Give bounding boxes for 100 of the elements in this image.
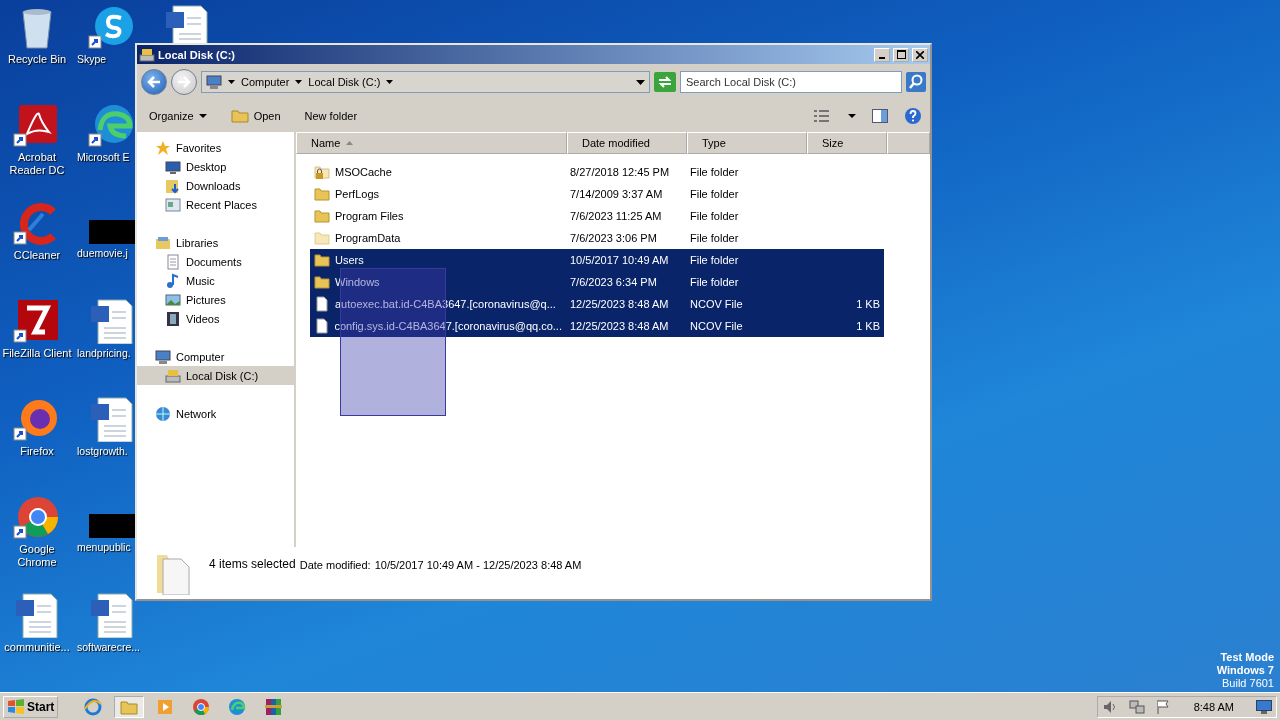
date-cell-text: 7/6/2023 3:06 PM [569,232,658,244]
breadcrumb[interactable]: Computer [241,76,290,88]
test-mode-text: Test Mode [1220,651,1274,664]
search-field[interactable]: Search Local Disk (C:) [680,71,902,93]
file-name: Windows [335,276,380,288]
nav-item[interactable]: Recent Places [137,195,294,214]
nav-item[interactable]: Desktop [137,157,294,176]
icon-label[interactable]: menupublic [77,541,131,554]
icon-label[interactable]: Firefox [20,445,54,458]
view-menu-button[interactable] [848,114,856,118]
nav-item[interactable]: Libraries [137,233,294,252]
file-row[interactable]: Program Files 7/6/2023 11:25 AM File folder [310,205,884,227]
icon-label[interactable]: Recycle Bin [7,53,67,66]
icon-label[interactable]: Acrobat Reader DC [0,151,74,177]
refresh-button[interactable] [654,72,676,92]
back-button[interactable] [141,69,167,95]
sort-icon [346,141,354,145]
type-cell-text: File folder [689,210,740,222]
column-header[interactable]: Type [687,132,807,154]
picture-icon [165,291,181,308]
start-button[interactable]: Start [3,695,59,718]
file-icon [314,296,330,312]
file-name: Program Files [335,210,404,222]
taskbar-app[interactable] [114,695,145,718]
build-text: Build 7601 [1222,677,1274,690]
file-row[interactable]: Users 10/5/2017 10:49 AM File folder [310,249,884,271]
type-cell-text: File folder [689,166,740,178]
nav-item[interactable]: Downloads [137,176,294,195]
toolbar-button[interactable]: Open [226,107,285,125]
folder-icon [314,208,330,224]
computer-icon [206,74,222,90]
type-cell-text: NCOV File [689,320,744,332]
file-name: PerfLogs [335,188,380,200]
toolbar-button[interactable]: New folder [300,108,362,124]
nav-item[interactable]: Network [137,404,294,423]
document-icon [165,253,181,270]
preview-pane-button[interactable] [872,109,888,123]
icon-label[interactable]: Google Chrome [0,543,74,569]
icon-label[interactable]: Skype [77,53,107,66]
toolbar-button[interactable]: Organize [145,108,211,124]
browser-icon [192,697,211,716]
date-cell-text: 12/25/2023 8:48 AM [569,298,670,310]
file-name: autoexec.bat.id-C4BA3647.[coronavirus@q... [335,298,556,310]
file-name: ProgramData [335,232,401,244]
close-icon [916,50,924,59]
view-button[interactable] [814,110,832,122]
dropdown-icon [636,79,645,85]
file-row[interactable]: PerfLogs 7/14/2009 3:37 AM File folder [310,183,884,205]
globe-icon [155,405,171,422]
folder-icon [230,109,249,123]
folder-icon [314,252,330,268]
forward-arrow-icon [177,76,191,88]
icon-label[interactable]: landpricing. [77,347,131,360]
nav-item[interactable]: Videos [137,309,294,328]
type-cell-text: File folder [689,188,740,200]
close-button[interactable] [912,47,928,62]
nav-item[interactable]: Local Disk (C:) [137,366,294,385]
icon-label[interactable]: FileZilla Client [2,347,72,360]
breadcrumb[interactable]: Local Disk (C:) [308,76,381,88]
nav-item[interactable]: Computer [137,347,294,366]
file-row[interactable]: Windows 7/6/2023 6:34 PM File folder [310,271,884,293]
type-cell-text: File folder [689,254,740,266]
date-range: 10/5/2017 10:49 AM - 12/25/2023 8:48 AM [374,559,582,571]
file-row[interactable]: ProgramData 7/6/2023 3:06 PM File folder [310,227,884,249]
file-row[interactable]: autoexec.bat.id-C4BA3647.[coronavirus@q... 12/25/2023 8:48 AM NCOV File 1 KB [310,293,884,315]
caret-icon [295,80,303,84]
icon-label[interactable]: Microsoft E [77,151,130,164]
folder-icon [314,230,330,246]
windows-logo-icon [7,698,25,715]
column-header[interactable]: Name [296,132,567,154]
search-button[interactable] [906,72,926,92]
column-header[interactable]: Size [807,132,887,154]
type-cell-text: NCOV File [689,298,744,310]
nav-item[interactable]: Music [137,271,294,290]
file-icon [314,318,330,334]
size-cell-text: 1 KB [855,298,881,310]
maximize-button[interactable] [893,47,909,62]
type-cell-text: File folder [689,276,740,288]
file-row[interactable]: config.sys.id-C4BA3647.[coronavirus@qq.co... 12/25/2023 8:48 AM NCOV File 1 KB [310,315,884,337]
icon-label[interactable]: duemovie.j [77,247,128,260]
help-icon [904,107,922,125]
date-cell-text: 7/6/2023 6:34 PM [569,276,658,288]
date-cell-text: 7/6/2023 11:25 AM [569,210,663,222]
star-icon [155,139,171,156]
nav-item[interactable]: Favorites [137,138,294,157]
icon-label[interactable]: softwarecre... [77,641,141,654]
icon-label[interactable]: communitie... [4,641,70,654]
nav-item[interactable]: Pictures [137,290,294,309]
column-header[interactable]: Date modified [567,132,687,154]
address-bar[interactable]: Computer Local Disk (C:) [201,71,650,93]
minimize-icon [879,56,885,59]
file-row[interactable]: MSOCache 8/27/2018 12:45 PM File folder [310,161,884,183]
forward-button[interactable] [171,69,197,95]
icon-label[interactable]: lostgrowth. [77,445,128,458]
minimize-button[interactable] [874,47,890,62]
help-button[interactable] [904,107,922,125]
maximize-icon [896,50,906,59]
computer-icon [155,348,171,365]
icon-label[interactable]: CCleaner [13,249,61,262]
nav-item[interactable]: Documents [137,252,294,271]
